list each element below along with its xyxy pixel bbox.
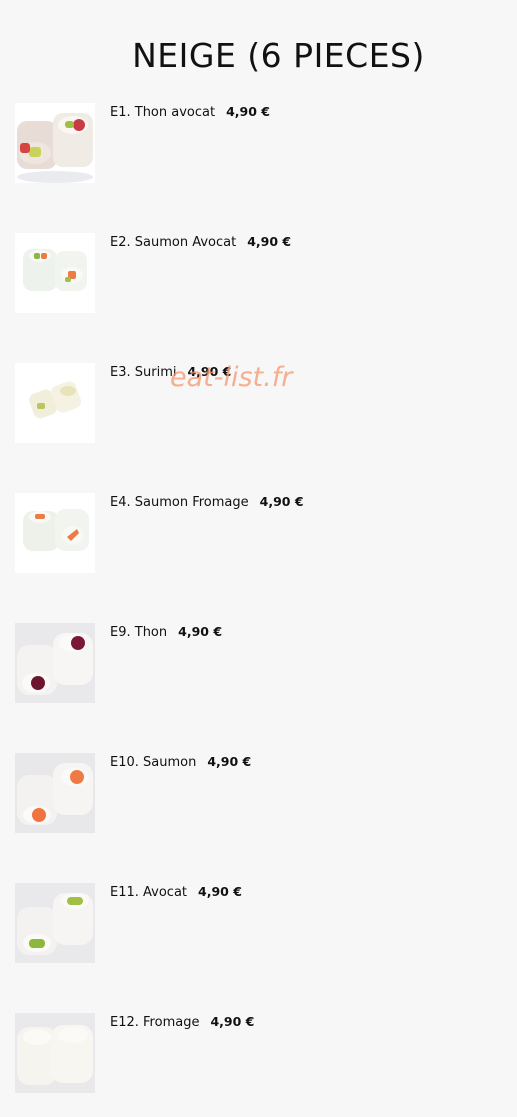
item-text: E4. Saumon Fromage 4,90 € xyxy=(110,494,304,510)
item-text: E9. Thon 4,90 € xyxy=(110,624,222,640)
menu-list: E1. Thon avocat 4,90 € E2. Saumon Avocat 4… xyxy=(0,0,517,1117)
product-image[interactable] xyxy=(15,1013,95,1093)
item-text: E2. Saumon Avocat 4,90 € xyxy=(110,234,291,250)
item-price: 4,90 € xyxy=(207,754,252,769)
product-image[interactable] xyxy=(15,493,95,573)
item-name: E3. Surimi xyxy=(110,365,177,380)
item-price: 4,90 € xyxy=(210,1014,255,1029)
item-text: E11. Avocat 4,90 € xyxy=(110,884,242,900)
item-name: E1. Thon avocat xyxy=(110,105,216,120)
item-name: E4. Saumon Fromage xyxy=(110,495,249,510)
menu-item[interactable]: E9. Thon 4,90 € xyxy=(15,623,495,703)
menu-item[interactable]: E10. Saumon 4,90 € xyxy=(15,753,495,833)
item-text: E10. Saumon 4,90 € xyxy=(110,754,251,770)
item-price: 4,90 € xyxy=(259,494,304,509)
item-name: E10. Saumon xyxy=(110,755,197,770)
product-image[interactable] xyxy=(15,363,95,443)
product-image[interactable] xyxy=(15,233,95,313)
product-image[interactable] xyxy=(15,623,95,703)
watermark: eat-list.fr xyxy=(170,362,293,393)
item-price: 4,90 € xyxy=(198,884,242,899)
product-image[interactable] xyxy=(15,103,95,183)
item-text: E12. Fromage 4,90 € xyxy=(110,1014,254,1030)
item-price: 4,90 € xyxy=(247,234,292,249)
item-name: E2. Saumon Avocat xyxy=(110,235,237,250)
item-price: 4,90 € xyxy=(226,104,270,119)
menu-item[interactable]: E2. Saumon Avocat 4,90 € xyxy=(15,233,495,313)
item-name: E11. Avocat xyxy=(110,885,188,900)
menu-item[interactable]: E11. Avocat 4,90 € xyxy=(15,883,495,963)
menu-item[interactable]: E12. Fromage 4,90 € xyxy=(15,1013,495,1093)
item-price: 4,90 € xyxy=(178,624,223,639)
product-image[interactable] xyxy=(15,883,95,963)
menu-item[interactable]: E4. Saumon Fromage 4,90 € xyxy=(15,493,495,573)
menu-item[interactable]: E1. Thon avocat 4,90 € xyxy=(15,103,495,183)
item-name: E9. Thon xyxy=(110,625,168,640)
item-text: E1. Thon avocat 4,90 € xyxy=(110,104,270,120)
product-image[interactable] xyxy=(15,753,95,833)
item-name: E12. Fromage xyxy=(110,1015,200,1030)
